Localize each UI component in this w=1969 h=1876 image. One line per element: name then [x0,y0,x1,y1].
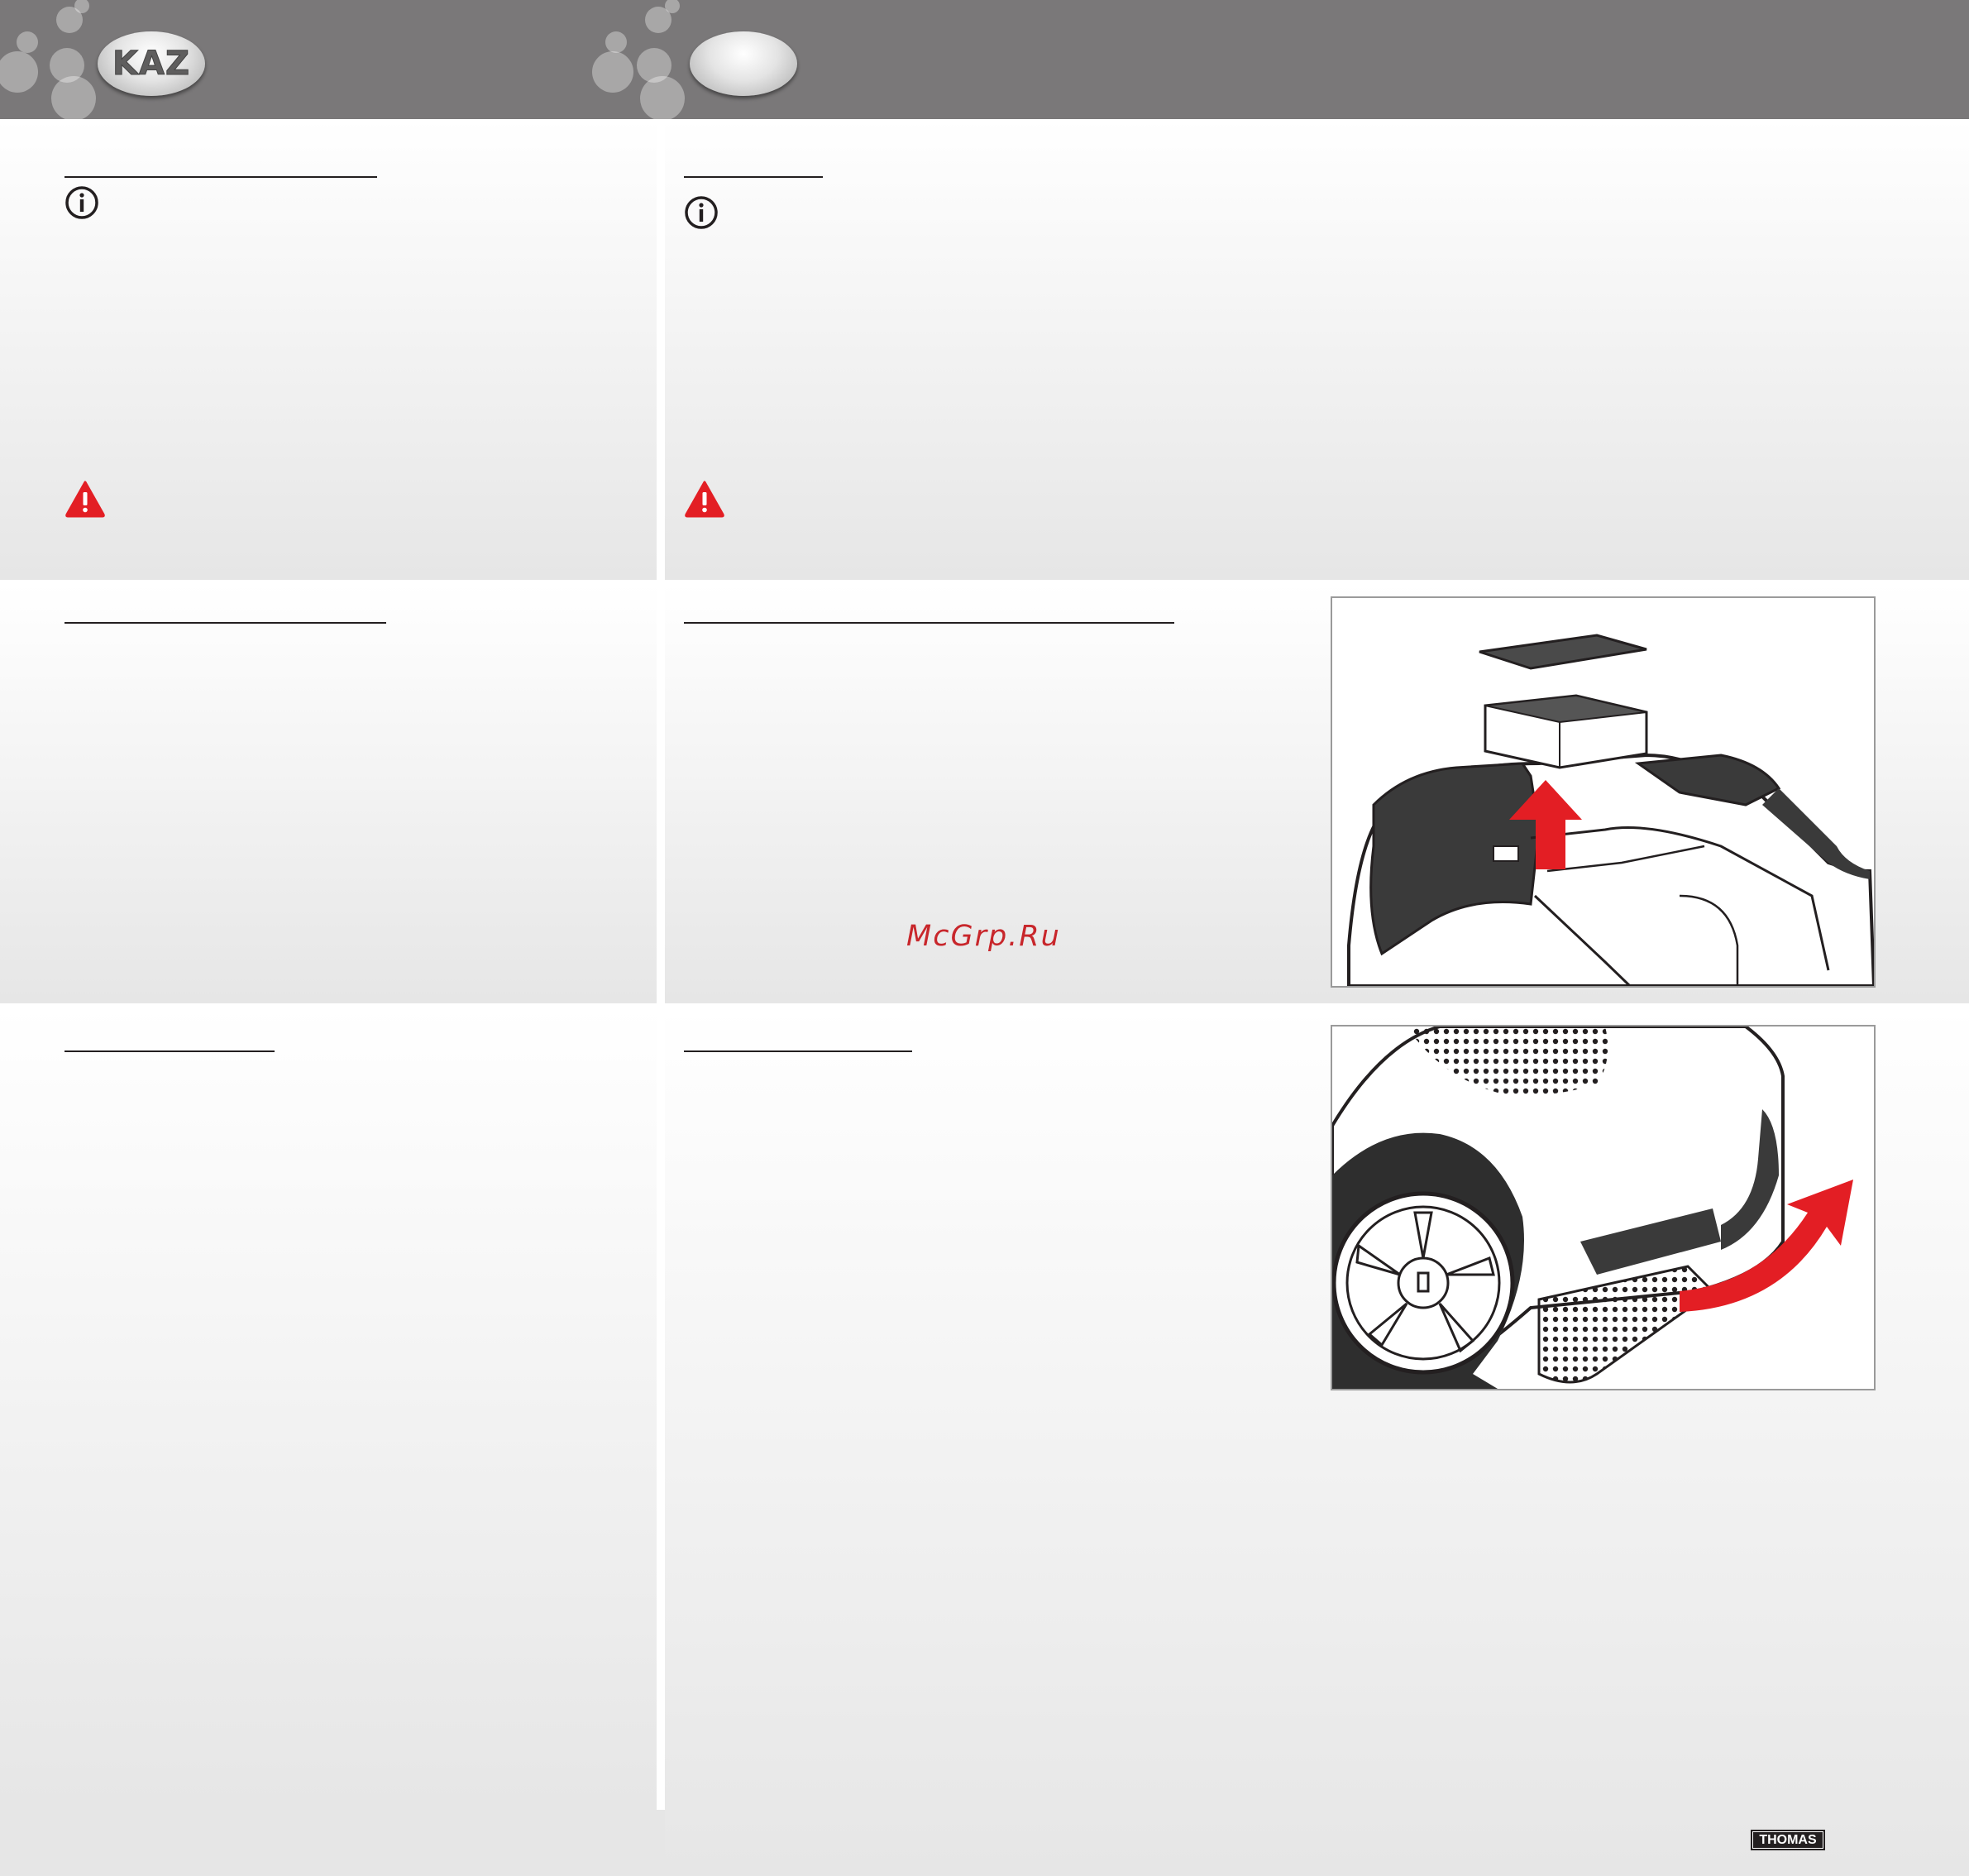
panel-right-top [665,119,1969,580]
warning-icon [685,481,724,518]
panel-left-bottom [0,1007,657,1810]
section-rule-left-3 [65,1050,275,1052]
section-rule-left-2 [65,622,386,624]
filter-removal-illustration [1331,596,1876,988]
info-icon [685,196,718,229]
kaz-badge-label: KAZ [112,45,190,84]
header-bar: KAZ [0,0,1969,119]
thomas-brand-logo: THOMAS [1751,1830,1825,1850]
vacuum-rear-drawing [1332,1027,1853,1389]
kaz-language-badge: KAZ [98,31,205,96]
section-rule-right-2 [684,622,1174,624]
panel-left-footer [0,1810,665,1876]
section-rule-right-1 [684,176,823,178]
decor-bubble [592,51,633,93]
info-icon [65,186,98,219]
watermark-text: McGrp.Ru [906,920,1061,953]
section-rule-right-3 [684,1050,912,1052]
panel-left-middle [0,583,657,1003]
decor-bubble [640,76,685,119]
warning-icon [65,481,105,518]
decor-bubble [605,31,627,53]
language-badge [690,31,797,96]
decor-bubble [645,7,671,33]
decor-bubble [17,31,38,53]
section-rule-left-1 [65,176,377,178]
decor-bubble [0,51,38,93]
decor-bubble [51,76,96,119]
vacuum-filter-drawing [1347,634,1874,986]
decor-bubble [56,7,83,33]
exhaust-grille-illustration [1331,1025,1876,1390]
